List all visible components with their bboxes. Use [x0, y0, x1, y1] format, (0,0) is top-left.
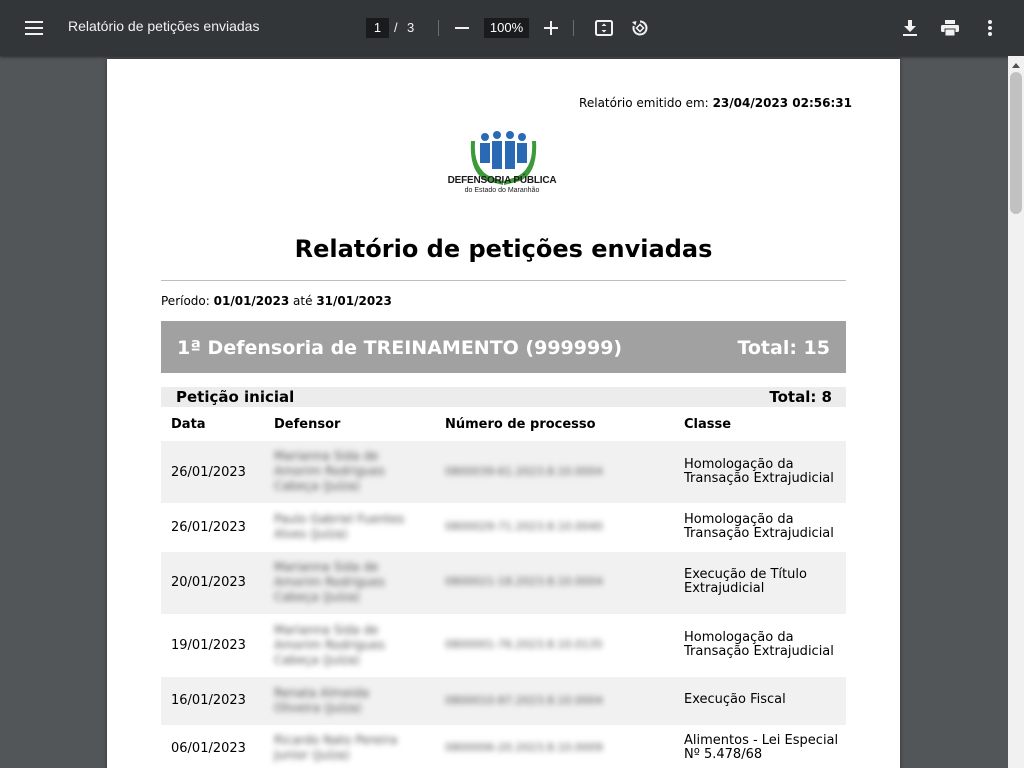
petition-type-header: Petição inicial Total: 8 [161, 387, 846, 407]
more-vertical-icon [988, 20, 992, 36]
title-divider [161, 280, 846, 281]
period-label: Período: [161, 294, 210, 308]
scroll-up-arrow[interactable] [1008, 58, 1024, 72]
unit-total: Total: 15 [737, 337, 830, 359]
hamburger-menu-icon [25, 21, 43, 35]
toolbar-divider [438, 20, 439, 36]
page-number-input[interactable]: 1 [366, 18, 389, 38]
toolbar-divider [573, 20, 574, 36]
cell-defensor: Renata Almeida Oliveira (Juíza) [274, 686, 369, 715]
plus-icon [544, 21, 558, 35]
zoom-out-button[interactable] [446, 12, 478, 44]
column-header-classe: Classe [684, 417, 732, 432]
period-start: 01/01/2023 [213, 294, 290, 308]
minus-icon [455, 27, 469, 29]
table-row: 06/01/2023 Ricardo Nato Pereira Junior (… [161, 725, 846, 768]
print-button[interactable] [934, 12, 966, 44]
table-row: 20/01/2023 Marianna Sida de Amorim Rodri… [161, 552, 846, 614]
cell-classe: Execução Fiscal [684, 692, 786, 707]
pdf-page: Relatório emitido em: 23/04/2023 02:56:3… [107, 59, 900, 768]
unit-header: 1ª Defensoria de TREINAMENTO (999999) To… [161, 321, 846, 373]
column-header-processo: Número de processo [445, 417, 596, 432]
period-end: 31/01/2023 [316, 294, 392, 308]
cell-processo: 0800006-20.2023.8.10.0009 [445, 741, 603, 754]
pdf-toolbar: Relatório de petições enviadas 1 / 3 100… [0, 0, 1024, 56]
cell-defensor: Ricardo Nato Pereira Junior (Juíza) [274, 733, 398, 762]
menu-button[interactable] [18, 12, 50, 44]
cell-processo: 0800010-87.2023.8.10.0004 [445, 694, 603, 707]
zoom-in-button[interactable] [535, 12, 567, 44]
period-until: até [293, 294, 313, 308]
page-separator: / [394, 20, 398, 35]
cell-date: 16/01/2023 [171, 693, 246, 708]
zoom-level-input[interactable]: 100% [484, 18, 529, 38]
report-title: Relatório de petições enviadas [294, 235, 713, 263]
triangle-up-icon [1012, 62, 1020, 68]
emitted-label: Relatório emitido em: [579, 96, 709, 110]
cell-date: 26/01/2023 [171, 465, 246, 480]
logo-name: DEFENSORIA PÚBLICA [447, 175, 557, 186]
emitted-line: Relatório emitido em: 23/04/2023 02:56:3… [579, 96, 852, 110]
cell-classe: Homologação da Transação Extrajudicial [684, 630, 834, 659]
petition-type-total: Total: 8 [769, 388, 832, 406]
column-header-defensor: Defensor [274, 417, 341, 432]
cell-defensor: Marianna Sida de Amorim Rodrigues Cabeça… [274, 449, 385, 493]
cell-classe: Homologação da Transação Extrajudicial [684, 512, 834, 541]
download-button[interactable] [894, 12, 926, 44]
rotate-icon [632, 20, 648, 36]
table-row: 16/01/2023 Renata Almeida Oliveira (Juíz… [161, 677, 846, 725]
cell-processo: 0800039-61.2023.8.10.0004 [445, 465, 603, 478]
petition-type-name: Petição inicial [176, 388, 295, 406]
cell-defensor: Marianna Sida de Amorim Rodrigues Cabeça… [274, 623, 385, 667]
cell-defensor: Marianna Sida de Amorim Rodrigues Cabeça… [274, 560, 385, 604]
fit-to-page-button[interactable] [588, 12, 620, 44]
emitted-value: 23/04/2023 02:56:31 [712, 96, 852, 110]
rotate-button[interactable] [624, 12, 656, 44]
cell-defensor: Paulo Gabriel Fuentes Alves (Juíza) [274, 512, 405, 541]
cell-date: 20/01/2023 [171, 575, 246, 590]
page-total: 3 [407, 20, 415, 35]
unit-name: 1ª Defensoria de TREINAMENTO (999999) [177, 337, 623, 359]
scrollbar-thumb[interactable] [1010, 72, 1022, 214]
print-icon [941, 20, 959, 36]
cell-classe: Execução de Título Extrajudicial [684, 567, 807, 596]
more-options-button[interactable] [974, 12, 1006, 44]
fit-to-page-icon [595, 20, 613, 36]
cell-date: 19/01/2023 [171, 638, 246, 653]
logo-subtitle: do Estado do Maranhão [464, 187, 540, 194]
cell-date: 26/01/2023 [171, 520, 246, 535]
table-row: 19/01/2023 Marianna Sida de Amorim Rodri… [161, 614, 846, 677]
cell-date: 06/01/2023 [171, 741, 246, 756]
table-row: 26/01/2023 Marianna Sida de Amorim Rodri… [161, 441, 846, 503]
download-icon [903, 20, 917, 36]
cell-processo: 0800001-76.2023.8.10.0135 [445, 638, 603, 651]
cell-classe: Homologação da Transação Extrajudicial [684, 457, 834, 486]
cell-processo: 0800021-18.2023.8.10.0004 [445, 575, 603, 588]
cell-classe: Alimentos - Lei Especial Nº 5.478/68 [684, 733, 839, 762]
table-row: 26/01/2023 Paulo Gabriel Fuentes Alves (… [161, 503, 846, 552]
column-header-date: Data [171, 417, 206, 432]
document-title: Relatório de petições enviadas [68, 18, 260, 34]
cell-processo: 0800029-71.2023.8.10.0040 [445, 520, 603, 533]
period-line: Período: 01/01/2023 até 31/01/2023 [161, 294, 392, 308]
